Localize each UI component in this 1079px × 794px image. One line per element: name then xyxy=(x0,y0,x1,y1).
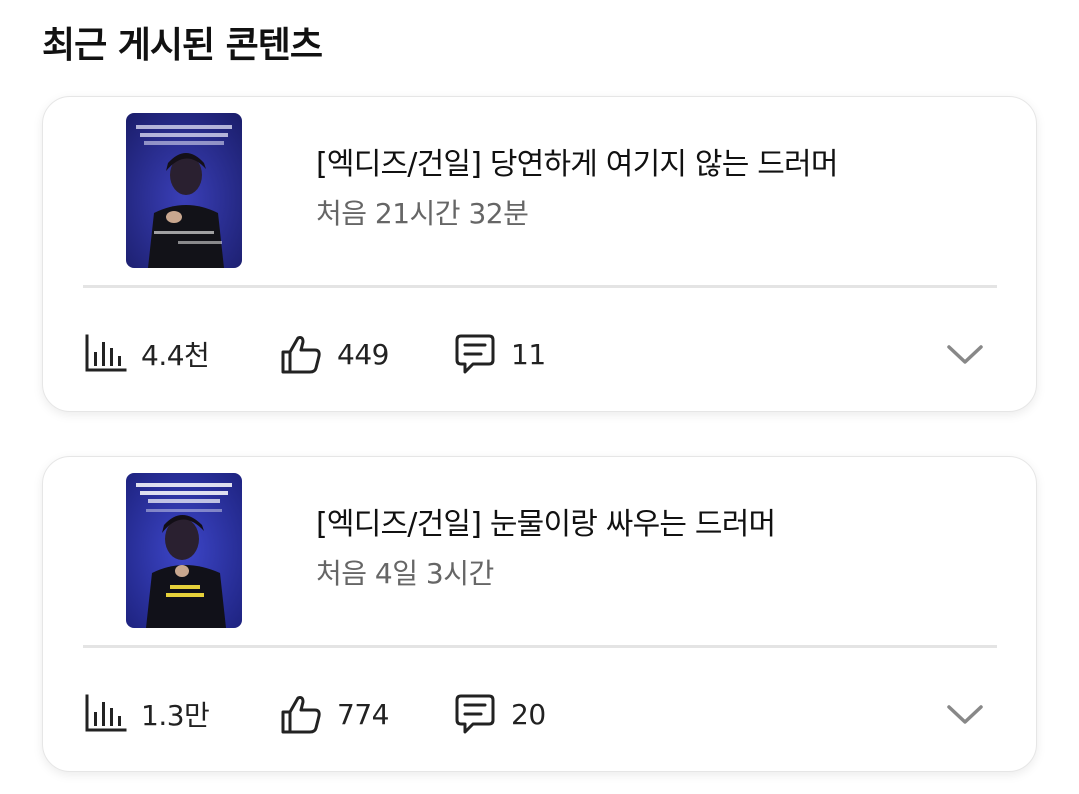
chevron-down-icon[interactable] xyxy=(943,332,987,376)
views-stat: 1.3만 xyxy=(83,689,210,739)
likes-count: 774 xyxy=(337,697,389,731)
views-count: 4.4천 xyxy=(141,339,210,372)
video-title[interactable]: [엑디즈/건일] 눈물이랑 싸우는 드러머 xyxy=(316,505,776,545)
comments-stat[interactable]: 20 xyxy=(453,689,546,739)
thumbs-up-icon xyxy=(281,336,321,374)
video-age: 처음 4일 3시간 xyxy=(316,557,494,590)
content-card[interactable]: [엑디즈/건일] 당연하게 여기지 않는 드러머 처음 21시간 32분 4.4… xyxy=(42,96,1037,412)
divider xyxy=(83,285,997,288)
stats-row: 1.3만 774 20 xyxy=(83,689,997,739)
video-thumbnail[interactable] xyxy=(126,113,242,268)
views-stat: 4.4천 xyxy=(83,329,210,379)
likes-count: 449 xyxy=(337,337,389,371)
bar-chart-icon xyxy=(85,334,127,372)
likes-stat[interactable]: 774 xyxy=(279,689,389,739)
comment-icon xyxy=(455,334,495,374)
bar-chart-icon xyxy=(85,694,127,732)
chevron-down-icon[interactable] xyxy=(943,692,987,736)
comments-count: 11 xyxy=(511,337,546,371)
video-age: 처음 21시간 32분 xyxy=(316,197,529,230)
comments-count: 20 xyxy=(511,697,546,731)
likes-stat[interactable]: 449 xyxy=(279,329,389,379)
video-thumbnail[interactable] xyxy=(126,473,242,628)
comments-stat[interactable]: 11 xyxy=(453,329,546,379)
divider xyxy=(83,645,997,648)
stats-row: 4.4천 449 11 xyxy=(83,329,997,379)
video-title[interactable]: [엑디즈/건일] 당연하게 여기지 않는 드러머 xyxy=(316,145,838,185)
views-count: 1.3만 xyxy=(141,699,210,732)
section-title: 최근 게시된 콘텐츠 xyxy=(42,25,323,66)
thumbs-up-icon xyxy=(281,696,321,734)
comment-icon xyxy=(455,694,495,734)
content-card[interactable]: [엑디즈/건일] 눈물이랑 싸우는 드러머 처음 4일 3시간 1.3만 774 xyxy=(42,456,1037,772)
